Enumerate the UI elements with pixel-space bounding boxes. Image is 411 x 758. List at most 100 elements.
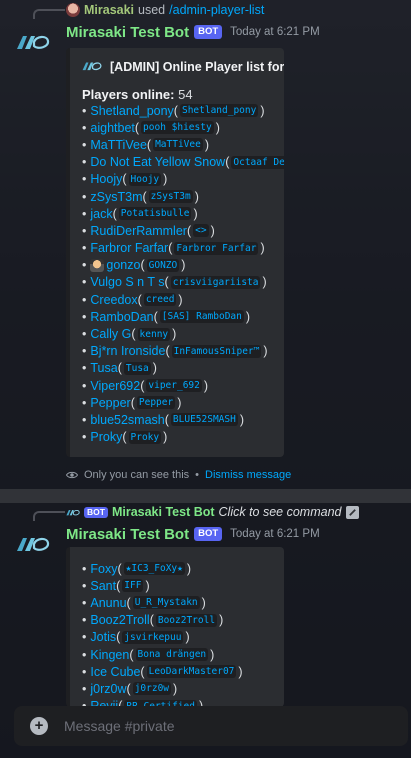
message-separator — [0, 489, 411, 503]
bot-avatar[interactable] — [13, 524, 53, 564]
list-bullet: • — [82, 189, 87, 204]
player-id: <> — [193, 224, 209, 238]
embed-title-text: [ADMIN] Online Player list for Frank Bla… — [110, 60, 284, 74]
player-name[interactable]: aightbet — [90, 121, 134, 135]
player-list-item: • Creedox (creed) — [82, 291, 278, 308]
bot-tag: BOT — [194, 527, 223, 541]
player-list-item: • Proky (Proky) — [82, 429, 278, 446]
player-name[interactable]: RamboDan — [90, 310, 153, 324]
message-composer: + — [14, 706, 408, 746]
author-name[interactable]: Mirasaki Test Bot — [66, 526, 189, 543]
player-list-item: • gonzo (GONZO) — [82, 257, 278, 274]
eye-icon — [66, 471, 78, 479]
paren-close: ) — [238, 664, 243, 679]
click-to-see-command[interactable]: Click to see command — [219, 505, 342, 519]
player-name[interactable]: Anunu — [90, 596, 126, 610]
embed: [ADMIN] Online Player list for Frank Bla… — [66, 48, 284, 457]
player-name[interactable]: Viper692 — [90, 379, 140, 393]
player-name[interactable]: blue52smash — [90, 413, 164, 427]
message-header: Mirasaki Test Bot BOT Today at 6:21 PM — [66, 524, 320, 544]
paren-close: ) — [194, 189, 199, 204]
command-icon[interactable] — [345, 505, 359, 519]
message-timestamp[interactable]: Today at 6:21 PM — [230, 26, 320, 38]
player-list: • Shetland_pony (Shetland_pony) • aightbet … — [82, 102, 284, 446]
bot-avatar[interactable] — [13, 22, 53, 62]
player-list-item: • Shetland_pony (Shetland_pony) — [82, 102, 278, 119]
player-name[interactable]: Shetland_pony — [90, 104, 173, 118]
message-timestamp[interactable]: Today at 6:21 PM — [230, 528, 320, 540]
add-attachment-icon[interactable]: + — [30, 717, 48, 735]
paren-close: ) — [172, 327, 177, 342]
player-name[interactable]: Sant — [90, 579, 116, 593]
message-header: Mirasaki Test Bot BOT Today at 6:21 PM — [66, 22, 320, 42]
player-name[interactable]: jack — [90, 207, 112, 221]
players-online-label: Players online: — [82, 87, 175, 102]
paren-close: ) — [193, 206, 198, 221]
reply-command[interactable]: /admin-player-list — [169, 3, 264, 17]
list-bullet: • — [82, 172, 87, 187]
player-name[interactable]: Ice Cube — [90, 665, 140, 679]
list-bullet: • — [82, 344, 87, 359]
player-name[interactable]: Booz2Troll — [90, 613, 149, 627]
player-list-item: • Foxy (★IC3_FoXy★) — [82, 560, 278, 577]
reply-context[interactable]: BOT Mirasaki Test Bot Click to see comma… — [66, 503, 359, 521]
reply-context[interactable]: Mirasaki used /admin-player-list — [66, 1, 264, 19]
player-name[interactable]: gonzo — [106, 258, 140, 272]
player-name[interactable]: RudiDerRammler — [90, 224, 187, 238]
player-list-item: • Anunu (U_R_Mystakn) — [82, 594, 278, 611]
spy-emoji-icon — [90, 258, 105, 272]
chat-view: Mirasaki used /admin-player-list Mirasak… — [0, 0, 411, 758]
player-name[interactable]: Creedox — [90, 293, 137, 307]
list-bullet: • — [82, 275, 87, 290]
paren-open: ( — [168, 241, 173, 256]
dismiss-message-link[interactable]: Dismiss message — [205, 469, 291, 481]
bot-logo-icon — [17, 537, 50, 551]
player-name[interactable]: Farbror Farfar — [90, 241, 168, 255]
player-name[interactable]: Proky — [90, 430, 122, 444]
player-name[interactable]: Cally G — [90, 327, 131, 341]
player-name[interactable]: zSysT3m — [90, 190, 142, 204]
player-name[interactable]: MaTTiVee — [90, 138, 147, 152]
list-bullet: • — [82, 430, 87, 445]
player-list-item: • Ice Cube (LeoDarkMaster07) — [82, 663, 278, 680]
list-bullet: • — [82, 309, 87, 324]
paren-close: ) — [245, 309, 251, 324]
paren-open: ( — [122, 430, 127, 445]
paren-close: ) — [260, 103, 265, 118]
player-name[interactable]: Kingen — [90, 648, 129, 662]
player-list-item: • RamboDan ([SAS] RamboDan) — [82, 308, 278, 325]
player-name[interactable]: Do Not Eat Yellow Snow — [90, 155, 225, 169]
message-input[interactable] — [62, 717, 366, 735]
player-id: [SAS] RamboDan — [159, 310, 244, 324]
paren-open: ( — [142, 189, 147, 204]
ephemeral-separator: • — [195, 469, 200, 481]
player-name[interactable]: Jotis — [90, 630, 116, 644]
list-bullet: • — [82, 241, 87, 256]
paren-open: ( — [126, 595, 131, 610]
player-list-item: • Hoojy (Hoojy) — [82, 171, 278, 188]
paren-open: ( — [130, 395, 135, 410]
player-list-item: • blue52smash (BLUE52SMASH) — [82, 411, 278, 428]
player-name[interactable]: Vulgo S n T s — [90, 275, 164, 289]
player-list: • Foxy (★IC3_FoXy★) • Sant (IFF) • Anunu (U_R… — [82, 560, 278, 707]
player-name[interactable]: Bj*rn Ironside — [90, 344, 165, 358]
player-name[interactable]: j0rz0w — [90, 682, 126, 696]
author-name[interactable]: Mirasaki Test Bot — [66, 24, 189, 41]
player-name[interactable]: Pepper — [90, 396, 130, 410]
player-id: BLUE52SMASH — [170, 413, 238, 427]
player-id: pooh $hiesty — [141, 121, 214, 135]
paren-open: ( — [112, 206, 117, 221]
paren-open: ( — [225, 155, 230, 170]
player-id: viper_692 — [146, 379, 202, 393]
paren-open: ( — [129, 647, 134, 662]
player-name[interactable]: Foxy — [90, 562, 117, 576]
list-bullet: • — [82, 206, 87, 221]
player-list-item: • Bj*rn Ironside (InFamousSniper™) — [82, 343, 278, 360]
reply-username[interactable]: Mirasaki Test Bot — [112, 505, 215, 519]
reply-connector — [33, 9, 65, 19]
player-name[interactable]: Tusa — [90, 361, 117, 375]
list-bullet: • — [82, 258, 87, 273]
player-list-item: • aightbet (pooh $hiesty) — [82, 119, 278, 136]
reply-username[interactable]: Mirasaki — [84, 3, 134, 17]
player-name[interactable]: Hoojy — [90, 172, 122, 186]
